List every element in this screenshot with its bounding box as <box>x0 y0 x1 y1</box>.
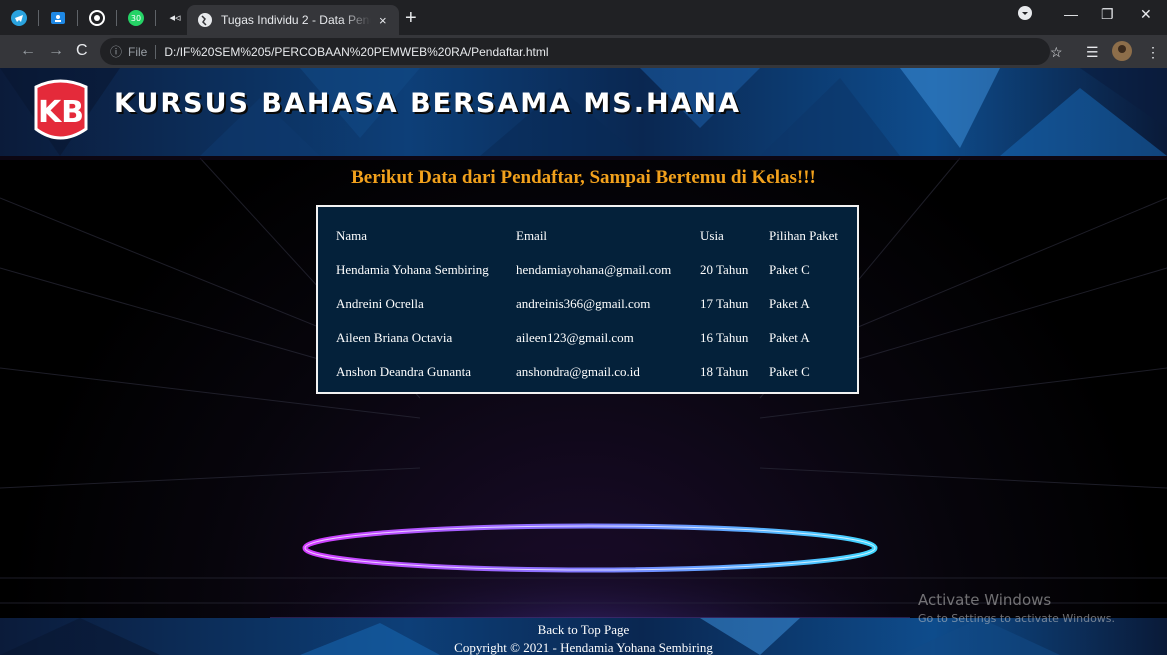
restore-icon[interactable]: ❐ <box>1101 6 1114 23</box>
address-bar[interactable]: ⓘ File D:/IF%20SEM%205/PERCOBAAN%20PEMWE… <box>100 38 1050 65</box>
cell-nama: Aileen Briana Octavia <box>336 330 453 345</box>
new-tab-button[interactable]: + <box>405 7 417 30</box>
tab-close-icon[interactable]: × <box>379 13 387 28</box>
telegram-icon[interactable] <box>8 7 30 29</box>
cell-usia: 16 Tahun <box>700 330 749 345</box>
registrants-panel: Nama Email Usia Pilihan Paket Hendamia Y… <box>316 205 859 394</box>
url-text[interactable]: D:/IF%20SEM%205/PERCOBAAN%20PEMWEB%20RA/… <box>164 45 548 59</box>
omnibox-divider <box>155 44 157 59</box>
table-row: Aileen Briana Octavia aileen123@gmail.co… <box>330 321 857 355</box>
reload-icon[interactable]: C <box>76 42 88 60</box>
whatsapp-icon[interactable]: 30 <box>125 7 147 29</box>
info-icon[interactable]: ⓘ <box>110 43 122 60</box>
whatsapp-badge: 30 <box>131 14 141 23</box>
activate-windows-subtitle: Go to Settings to activate Windows. <box>918 612 1116 625</box>
cell-nama: Andreini Ocrella <box>336 296 424 311</box>
column-header-nama: Nama <box>336 228 368 243</box>
back-icon[interactable]: ← <box>20 42 36 60</box>
table-row: Anshon Deandra Gunanta anshondra@gmail.c… <box>330 355 857 389</box>
pin-divider <box>38 9 39 26</box>
mute-tab-icon[interactable]: ◂◃ <box>164 7 186 29</box>
pin-divider <box>155 9 156 26</box>
cell-usia: 20 Tahun <box>700 262 749 277</box>
column-header-usia: Usia <box>700 228 724 243</box>
browser-tabstrip: 30 ◂◃ Tugas Individu 2 - Data Pendaftar … <box>0 0 1167 35</box>
cell-email: hendamiayohana@gmail.com <box>516 262 672 277</box>
logo-text: KB <box>38 95 84 130</box>
cell-paket: Paket A <box>769 296 810 311</box>
registrants-table: Nama Email Usia Pilihan Paket Hendamia Y… <box>330 219 857 389</box>
copyright-text: Copyright © 2021 - Hendamia Yohana Sembi… <box>454 640 713 655</box>
pin-divider <box>116 9 117 26</box>
page-content: KB KURSUS BAHASA BERSAMA MS.HANA Berikut… <box>0 68 1167 655</box>
cell-nama: Hendamia Yohana Sembiring <box>336 262 489 277</box>
cell-email: anshondra@gmail.co.id <box>516 364 640 379</box>
cell-email: andreinis366@gmail.com <box>516 296 651 311</box>
column-header-paket: Pilihan Paket <box>769 228 838 243</box>
cell-email: aileen123@gmail.com <box>516 330 634 345</box>
scheme-label: File <box>128 44 148 59</box>
site-title: KURSUS BAHASA BERSAMA MS.HANA <box>114 88 741 119</box>
classroom-icon[interactable] <box>47 7 69 29</box>
kb-logo: KB <box>34 79 88 140</box>
cell-nama: Anshon Deandra Gunanta <box>336 364 472 379</box>
github-icon[interactable] <box>86 7 108 29</box>
cell-usia: 18 Tahun <box>700 364 749 379</box>
bookmark-star-icon[interactable]: ☆ <box>1050 44 1063 61</box>
reading-list-icon[interactable]: ☰ <box>1086 44 1099 61</box>
forward-icon[interactable]: → <box>48 42 64 60</box>
activate-windows-title: Activate Windows <box>918 591 1052 609</box>
windows-activation-watermark: Activate Windows Go to Settings to activ… <box>918 591 1115 625</box>
tab-title: Tugas Individu 2 - Data Pendaftar <box>221 13 371 27</box>
cell-paket: Paket C <box>769 364 810 379</box>
avatar[interactable] <box>1112 41 1132 64</box>
site-header: KB KURSUS BAHASA BERSAMA MS.HANA <box>0 68 1167 156</box>
minimize-icon[interactable]: — <box>1064 6 1078 22</box>
active-tab[interactable]: Tugas Individu 2 - Data Pendaftar × <box>187 5 399 35</box>
close-window-icon[interactable]: ✕ <box>1140 6 1152 23</box>
menu-kebab-icon[interactable]: ⋮ <box>1146 44 1160 61</box>
cell-paket: Paket A <box>769 330 810 345</box>
profile-menu-icon[interactable] <box>1018 6 1032 23</box>
table-header-row: Nama Email Usia Pilihan Paket <box>330 219 857 253</box>
browser-toolbar: ← → C ⓘ File D:/IF%20SEM%205/PERCOBAAN%2… <box>0 35 1167 68</box>
table-row: Hendamia Yohana Sembiring hendamiayohana… <box>330 253 857 287</box>
pin-divider <box>77 9 78 26</box>
header-band <box>0 156 1167 160</box>
column-header-email: Email <box>516 228 548 243</box>
page-headline: Berikut Data dari Pendaftar, Sampai Bert… <box>351 167 816 188</box>
cell-usia: 17 Tahun <box>700 296 749 311</box>
cell-paket: Paket C <box>769 262 810 277</box>
table-row: Andreini Ocrella andreinis366@gmail.com … <box>330 287 857 321</box>
globe-icon <box>198 13 212 27</box>
